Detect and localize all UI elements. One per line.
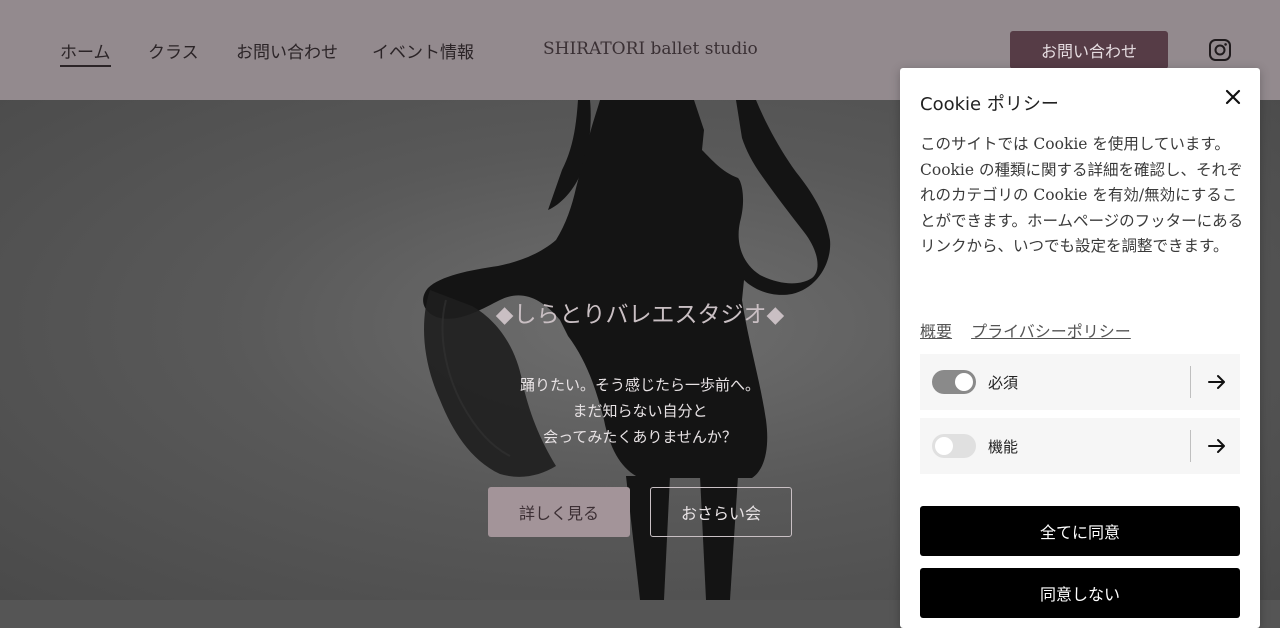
- arrow-right-icon[interactable]: [1206, 435, 1228, 457]
- close-icon[interactable]: [1222, 86, 1244, 108]
- overview-link[interactable]: 概要: [920, 322, 952, 341]
- cookie-dialog-title: Cookie ポリシー: [920, 94, 1059, 115]
- category-label: 機能: [988, 438, 1019, 456]
- divider: [1190, 430, 1191, 462]
- privacy-policy-link[interactable]: プライバシーポリシー: [971, 322, 1131, 341]
- functional-toggle[interactable]: [932, 434, 976, 458]
- nav-item-classes[interactable]: クラス: [148, 38, 199, 63]
- recital-button[interactable]: おさらい会: [650, 487, 792, 537]
- toggle-knob: [955, 373, 973, 391]
- instagram-icon[interactable]: [1208, 38, 1232, 62]
- required-toggle[interactable]: [932, 370, 976, 394]
- brand-name[interactable]: SHIRATORI ballet studio: [543, 39, 758, 59]
- accept-all-button[interactable]: 全てに同意: [920, 506, 1240, 556]
- nav-item-home[interactable]: ホーム: [60, 38, 111, 67]
- cookie-policy-dialog: Cookie ポリシー このサイトでは Cookie を使用しています。Cook…: [900, 68, 1260, 628]
- toggle-knob: [935, 437, 953, 455]
- divider: [1190, 366, 1191, 398]
- cookie-category-required: 必須: [920, 354, 1240, 410]
- learn-more-button[interactable]: 詳しく見る: [488, 487, 630, 537]
- cookie-category-functional: 機能: [920, 418, 1240, 474]
- nav-item-events[interactable]: イベント情報: [372, 38, 474, 63]
- cookie-description: このサイトでは Cookie を使用しています。Cookie の種類に関する詳細…: [920, 135, 1244, 256]
- category-label: 必須: [988, 374, 1019, 392]
- arrow-right-icon[interactable]: [1206, 371, 1228, 393]
- cookie-links: 概要 プライバシーポリシー: [920, 318, 1145, 342]
- contact-button[interactable]: お問い合わせ: [1010, 31, 1168, 69]
- decline-button[interactable]: 同意しない: [920, 568, 1240, 618]
- nav-item-contact[interactable]: お問い合わせ: [236, 38, 338, 63]
